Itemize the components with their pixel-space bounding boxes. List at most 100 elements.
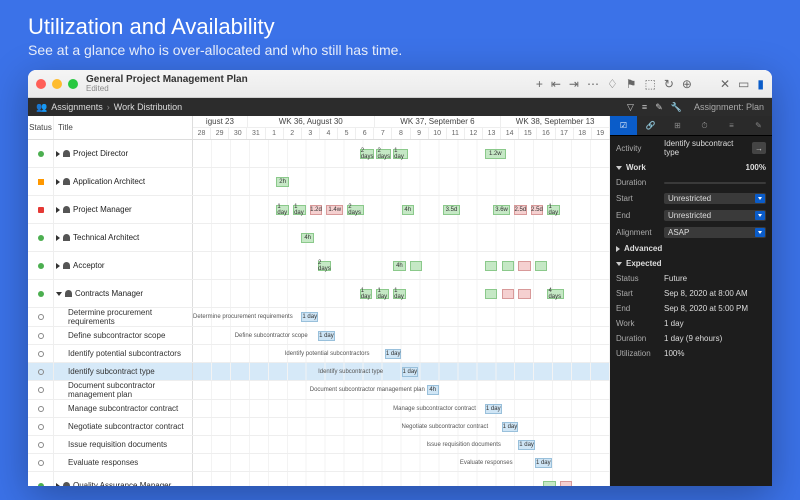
task-row[interactable]: Identify potential subcontractors Identi… (28, 345, 610, 363)
gantt-cell[interactable]: 4h (193, 224, 610, 251)
style-icon[interactable]: ⬚ (645, 77, 656, 91)
tools-icon[interactable]: ✕ (720, 77, 730, 91)
role-name[interactable]: Application Architect (54, 168, 193, 195)
role-name[interactable]: Quality Assurance Manager (54, 472, 193, 486)
task-row[interactable]: Identify subcontract type Identify subco… (28, 363, 610, 381)
task-row[interactable]: Negotiate subcontractor contract Negotia… (28, 418, 610, 436)
gantt-cell[interactable]: Negotiate subcontractor contract1 day (193, 418, 610, 435)
crumb-assignments[interactable]: Assignments (51, 102, 103, 112)
gantt-cell[interactable]: 2 days4h (193, 252, 610, 279)
day-header: 14 (501, 128, 519, 139)
wrench-icon[interactable]: 🔧 (671, 102, 682, 113)
task-name[interactable]: Define subcontractor scope (54, 327, 193, 344)
gantt-cell[interactable]: Determine procurement requirements1 day (193, 308, 610, 326)
gantt-cell[interactable]: 1 day1 day1 day4 days (193, 280, 610, 307)
end-field[interactable]: Unrestricted (664, 210, 766, 221)
role-row[interactable]: Quality Assurance Manager (28, 472, 610, 486)
task-name[interactable]: Identify potential subcontractors (54, 345, 193, 362)
disclosure-icon[interactable] (56, 292, 62, 296)
indent-icon[interactable]: ⇤ (551, 77, 561, 91)
task-row[interactable]: Determine procurement requirements Deter… (28, 308, 610, 327)
start-field[interactable]: Unrestricted (664, 193, 766, 204)
role-row[interactable]: Project Manager 1 day1 day1.2d1.4w2 days… (28, 196, 610, 224)
add-icon[interactable]: + (536, 77, 543, 91)
task-row[interactable]: Evaluate responses Evaluate responses1 d… (28, 454, 610, 472)
role-name[interactable]: Acceptor (54, 252, 193, 279)
gantt-cell[interactable]: 2 days2 days1 day1.2w (193, 140, 610, 167)
section-advanced[interactable]: Advanced (610, 241, 772, 256)
disclosure-icon[interactable] (56, 151, 60, 157)
disclosure-icon[interactable] (56, 179, 60, 185)
role-row[interactable]: Technical Architect 4h (28, 224, 610, 252)
gantt-cell[interactable]: 2h (193, 168, 610, 195)
inspector-toggle-icon[interactable]: ▮ (757, 77, 764, 91)
globe-icon[interactable]: ⊕ (682, 77, 692, 91)
day-header: 1 (266, 128, 284, 139)
tab-info-icon[interactable]: ☑ (610, 116, 637, 135)
gantt-cell[interactable]: 1 day1 day1.2d1.4w2 days4h3.5d3.6w2.5d2.… (193, 196, 610, 223)
end-popup-icon[interactable] (755, 211, 765, 220)
section-expected[interactable]: Expected (610, 256, 772, 271)
disclosure-icon[interactable] (56, 263, 60, 269)
toolbar: + ⇤ ⇥ ⋯ ♢ ⚑ ⬚ ↻ ⊕ ✕ ▭ ▮ (536, 77, 764, 91)
task-row[interactable]: Define subcontractor scope Define subcon… (28, 327, 610, 345)
role-name[interactable]: Contracts Manager (54, 280, 193, 307)
role-row[interactable]: Project Director 2 days2 days1 day1.2w (28, 140, 610, 168)
sort-icon[interactable]: ≡ (642, 102, 647, 113)
duration-field[interactable] (664, 182, 766, 184)
gantt-cell[interactable]: Evaluate responses1 day (193, 454, 610, 471)
minimize-icon[interactable] (52, 79, 62, 89)
notifications-icon[interactable]: ♢ (607, 77, 618, 91)
role-name[interactable]: Technical Architect (54, 224, 193, 251)
role-name[interactable]: Project Manager (54, 196, 193, 223)
link-icon[interactable]: ⋯ (587, 77, 599, 91)
crumb-work-distribution[interactable]: Work Distribution (114, 102, 182, 112)
tab-resource-icon[interactable]: ⊞ (664, 116, 691, 135)
task-name[interactable]: Evaluate responses (54, 454, 193, 471)
view-icon[interactable]: ▭ (738, 77, 749, 91)
gantt-cell[interactable]: Manage subcontractor contract1 day (193, 400, 610, 417)
task-name[interactable]: Negotiate subcontractor contract (54, 418, 193, 435)
start-label: Start (616, 194, 664, 203)
refresh-icon[interactable]: ↻ (664, 77, 674, 91)
role-row[interactable]: Application Architect 2h (28, 168, 610, 196)
flag-icon[interactable]: ⚑ (626, 77, 637, 91)
task-row[interactable]: Document subcontractor management plan D… (28, 381, 610, 400)
task-row[interactable]: Issue requisition documents Issue requis… (28, 436, 610, 454)
start-popup-icon[interactable] (755, 194, 765, 203)
gantt-cell[interactable]: Identify subcontract type1 day (193, 363, 610, 380)
task-name[interactable]: Manage subcontractor contract (54, 400, 193, 417)
gantt-cell[interactable]: Document subcontractor management plan4h (193, 381, 610, 399)
task-row[interactable]: Manage subcontractor contract Manage sub… (28, 400, 610, 418)
task-name[interactable]: Identify subcontract type (54, 363, 193, 380)
task-name[interactable]: Document subcontractor management plan (54, 381, 193, 399)
disclosure-icon[interactable] (56, 483, 60, 487)
tab-link-icon[interactable]: 🔗 (637, 116, 664, 135)
goto-activity-button[interactable] (752, 142, 766, 154)
col-title[interactable]: Title (54, 116, 192, 139)
task-name[interactable]: Issue requisition documents (54, 436, 193, 453)
tab-edit-icon[interactable]: ✎ (745, 116, 772, 135)
close-icon[interactable] (36, 79, 46, 89)
alignment-popup-icon[interactable] (755, 228, 765, 237)
col-status[interactable]: Status (28, 116, 54, 139)
disclosure-icon[interactable] (56, 207, 60, 213)
outdent-icon[interactable]: ⇥ (569, 77, 579, 91)
disclosure-icon[interactable] (56, 235, 60, 241)
role-name[interactable]: Project Director (54, 140, 193, 167)
task-name[interactable]: Determine procurement requirements (54, 308, 193, 326)
zoom-icon[interactable] (68, 79, 78, 89)
alignment-field[interactable]: ASAP (664, 227, 766, 238)
gantt-cell[interactable]: Define subcontractor scope1 day (193, 327, 610, 344)
role-row[interactable]: Acceptor 2 days4h (28, 252, 610, 280)
filter-icon[interactable]: ▽ (627, 102, 634, 113)
gantt-cell[interactable]: Issue requisition documents1 day (193, 436, 610, 453)
role-row[interactable]: Contracts Manager 1 day1 day1 day4 days (28, 280, 610, 308)
section-work[interactable]: Work100% (610, 160, 772, 175)
status-cell (28, 280, 54, 307)
tab-list-icon[interactable]: ≡ (718, 116, 745, 135)
tab-time-icon[interactable]: ⏱ (691, 116, 718, 135)
brush-icon[interactable]: ✎ (655, 102, 663, 113)
gantt-cell[interactable] (193, 472, 610, 486)
gantt-cell[interactable]: Identify potential subcontractors1 day (193, 345, 610, 362)
